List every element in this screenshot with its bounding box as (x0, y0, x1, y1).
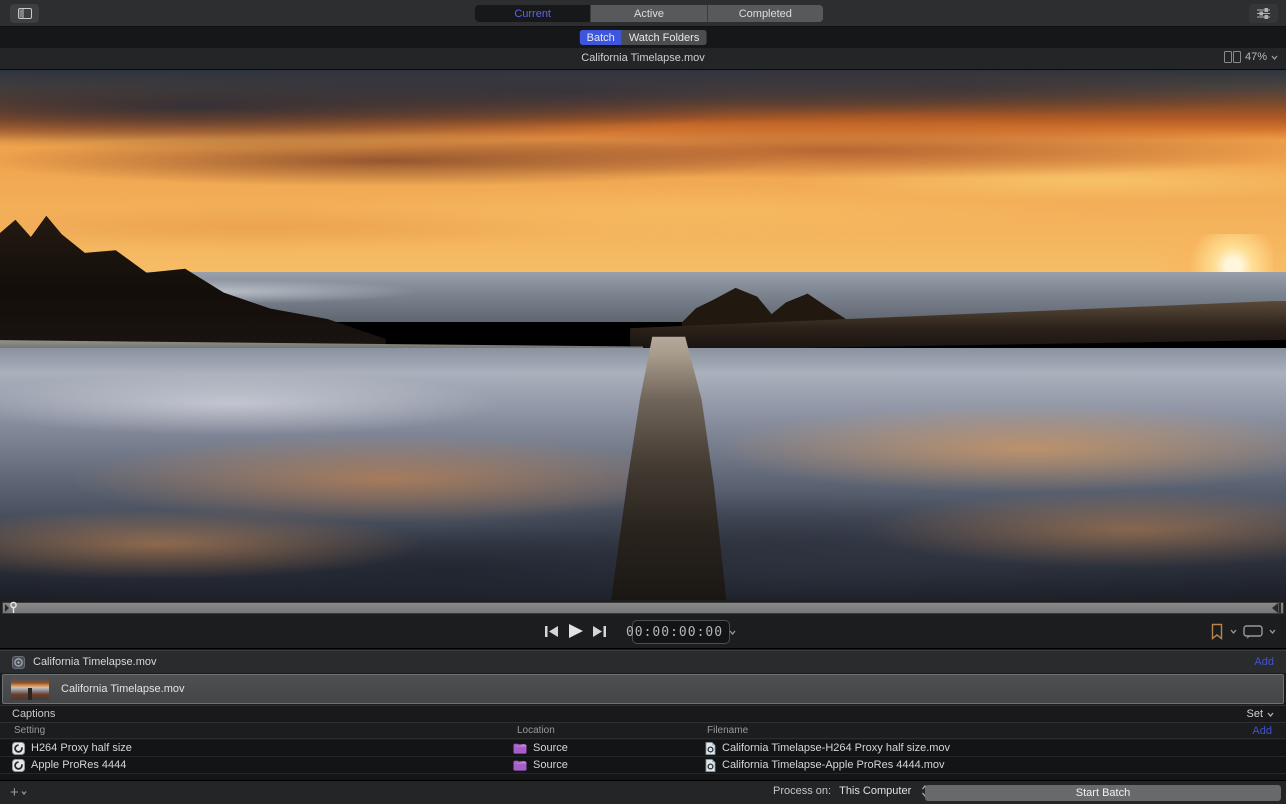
tab-watch-folders[interactable]: Watch Folders (622, 30, 707, 45)
timecode-display[interactable]: 00:00:00:00 (632, 620, 730, 644)
previous-frame-button[interactable] (544, 625, 559, 638)
column-location: Location (517, 725, 707, 736)
tab-batch[interactable]: Batch (580, 30, 622, 45)
batch-watchfolders-tabs: Batch Watch Folders (580, 30, 707, 45)
movie-file-icon (705, 742, 716, 755)
zoom-level: 47% (1245, 51, 1267, 63)
column-filename: Filename (707, 725, 1252, 736)
process-on-value: This Computer (839, 785, 911, 797)
top-toolbar: Current Active Completed (0, 0, 1286, 27)
job-thumbnail (11, 678, 49, 700)
job-filename: California Timelapse.mov (61, 683, 185, 695)
chevron-down-icon[interactable] (1230, 629, 1237, 634)
chevron-down-icon (1271, 55, 1278, 60)
zoom-control[interactable]: 47% (1224, 51, 1278, 63)
chevron-down-icon (729, 630, 736, 635)
movie-file-icon (705, 759, 716, 772)
bottom-bar: + Process on: This Computer Start Batch (0, 780, 1286, 804)
preview-title: California Timelapse.mov (0, 52, 1286, 64)
captions-set-dropdown[interactable]: Set (1246, 708, 1274, 720)
start-batch-button[interactable]: Start Batch (925, 785, 1281, 801)
location-value: Source (533, 759, 568, 771)
bookmark-marker-button[interactable] (1210, 623, 1224, 640)
end-marker-icon (1270, 602, 1282, 614)
process-on-dropdown[interactable]: This Computer (839, 785, 929, 797)
display-output-button[interactable] (1243, 624, 1263, 640)
job-row-selected[interactable]: California Timelapse.mov (2, 674, 1284, 704)
captions-label: Captions (12, 708, 55, 720)
preview-vignette (0, 70, 1286, 600)
batch-source-filename: California Timelapse.mov (33, 656, 157, 668)
chevron-down-icon[interactable] (1269, 629, 1276, 634)
captions-row: Captions Set (0, 705, 1286, 722)
output-filename: California Timelapse-Apple ProRes 4444.m… (722, 759, 945, 771)
tab-completed[interactable]: Completed (708, 5, 823, 22)
setting-name: Apple ProRes 4444 (31, 759, 126, 771)
view-segmented-control: Current Active Completed (475, 5, 823, 22)
playback-controls (544, 623, 607, 639)
add-job-button[interactable]: + (10, 784, 27, 801)
table-row[interactable]: H264 Proxy half size Source California T… (0, 740, 1286, 757)
fit-width-icon (1224, 51, 1241, 63)
column-setting: Setting (14, 725, 517, 736)
add-setting-link[interactable]: Add (1252, 725, 1286, 737)
setting-icon (12, 759, 25, 772)
compressor-window: Current Active Completed Batch Watch Fol… (0, 0, 1286, 804)
sidebar-toggle-icon (18, 8, 32, 19)
folder-icon (513, 760, 527, 771)
chevron-down-icon (1267, 712, 1274, 717)
scrubber-track[interactable] (2, 602, 1284, 614)
folder-icon (513, 743, 527, 754)
process-on-control: Process on: This Computer (773, 785, 929, 797)
settings-table-header: Setting Location Filename Add (0, 722, 1286, 739)
set-label: Set (1246, 708, 1263, 720)
tab-active[interactable]: Active (591, 5, 707, 22)
subtab-row: Batch Watch Folders (0, 27, 1286, 48)
setting-icon (12, 742, 25, 755)
clip-icon (12, 656, 25, 669)
video-preview-frame (0, 70, 1286, 600)
plus-icon: + (10, 784, 19, 801)
add-job-link[interactable]: Add (1254, 656, 1274, 668)
table-row[interactable]: Apple ProRes 4444 Source California Time… (0, 757, 1286, 774)
transport-bar: 00:00:00:00 (0, 616, 1286, 649)
chevron-down-icon (21, 791, 27, 795)
playhead-marker[interactable] (4, 600, 20, 616)
process-on-label: Process on: (773, 785, 831, 797)
settings-sliders-icon (1257, 8, 1270, 19)
sidebar-toggle-button[interactable] (10, 4, 39, 23)
setting-name: H264 Proxy half size (31, 742, 132, 754)
preview-title-row: California Timelapse.mov 47% (0, 48, 1286, 70)
batch-source-row[interactable]: California Timelapse.mov Add (0, 650, 1286, 673)
tab-current[interactable]: Current (475, 5, 591, 22)
timeline-scrubber[interactable] (0, 600, 1286, 616)
next-frame-button[interactable] (592, 625, 607, 638)
output-filename: California Timelapse-H264 Proxy half siz… (722, 742, 950, 754)
location-value: Source (533, 742, 568, 754)
settings-sliders-button[interactable] (1249, 4, 1278, 23)
transport-right-controls (1210, 623, 1276, 640)
play-button[interactable] (567, 623, 584, 639)
timecode-value: 00:00:00:00 (626, 625, 723, 640)
